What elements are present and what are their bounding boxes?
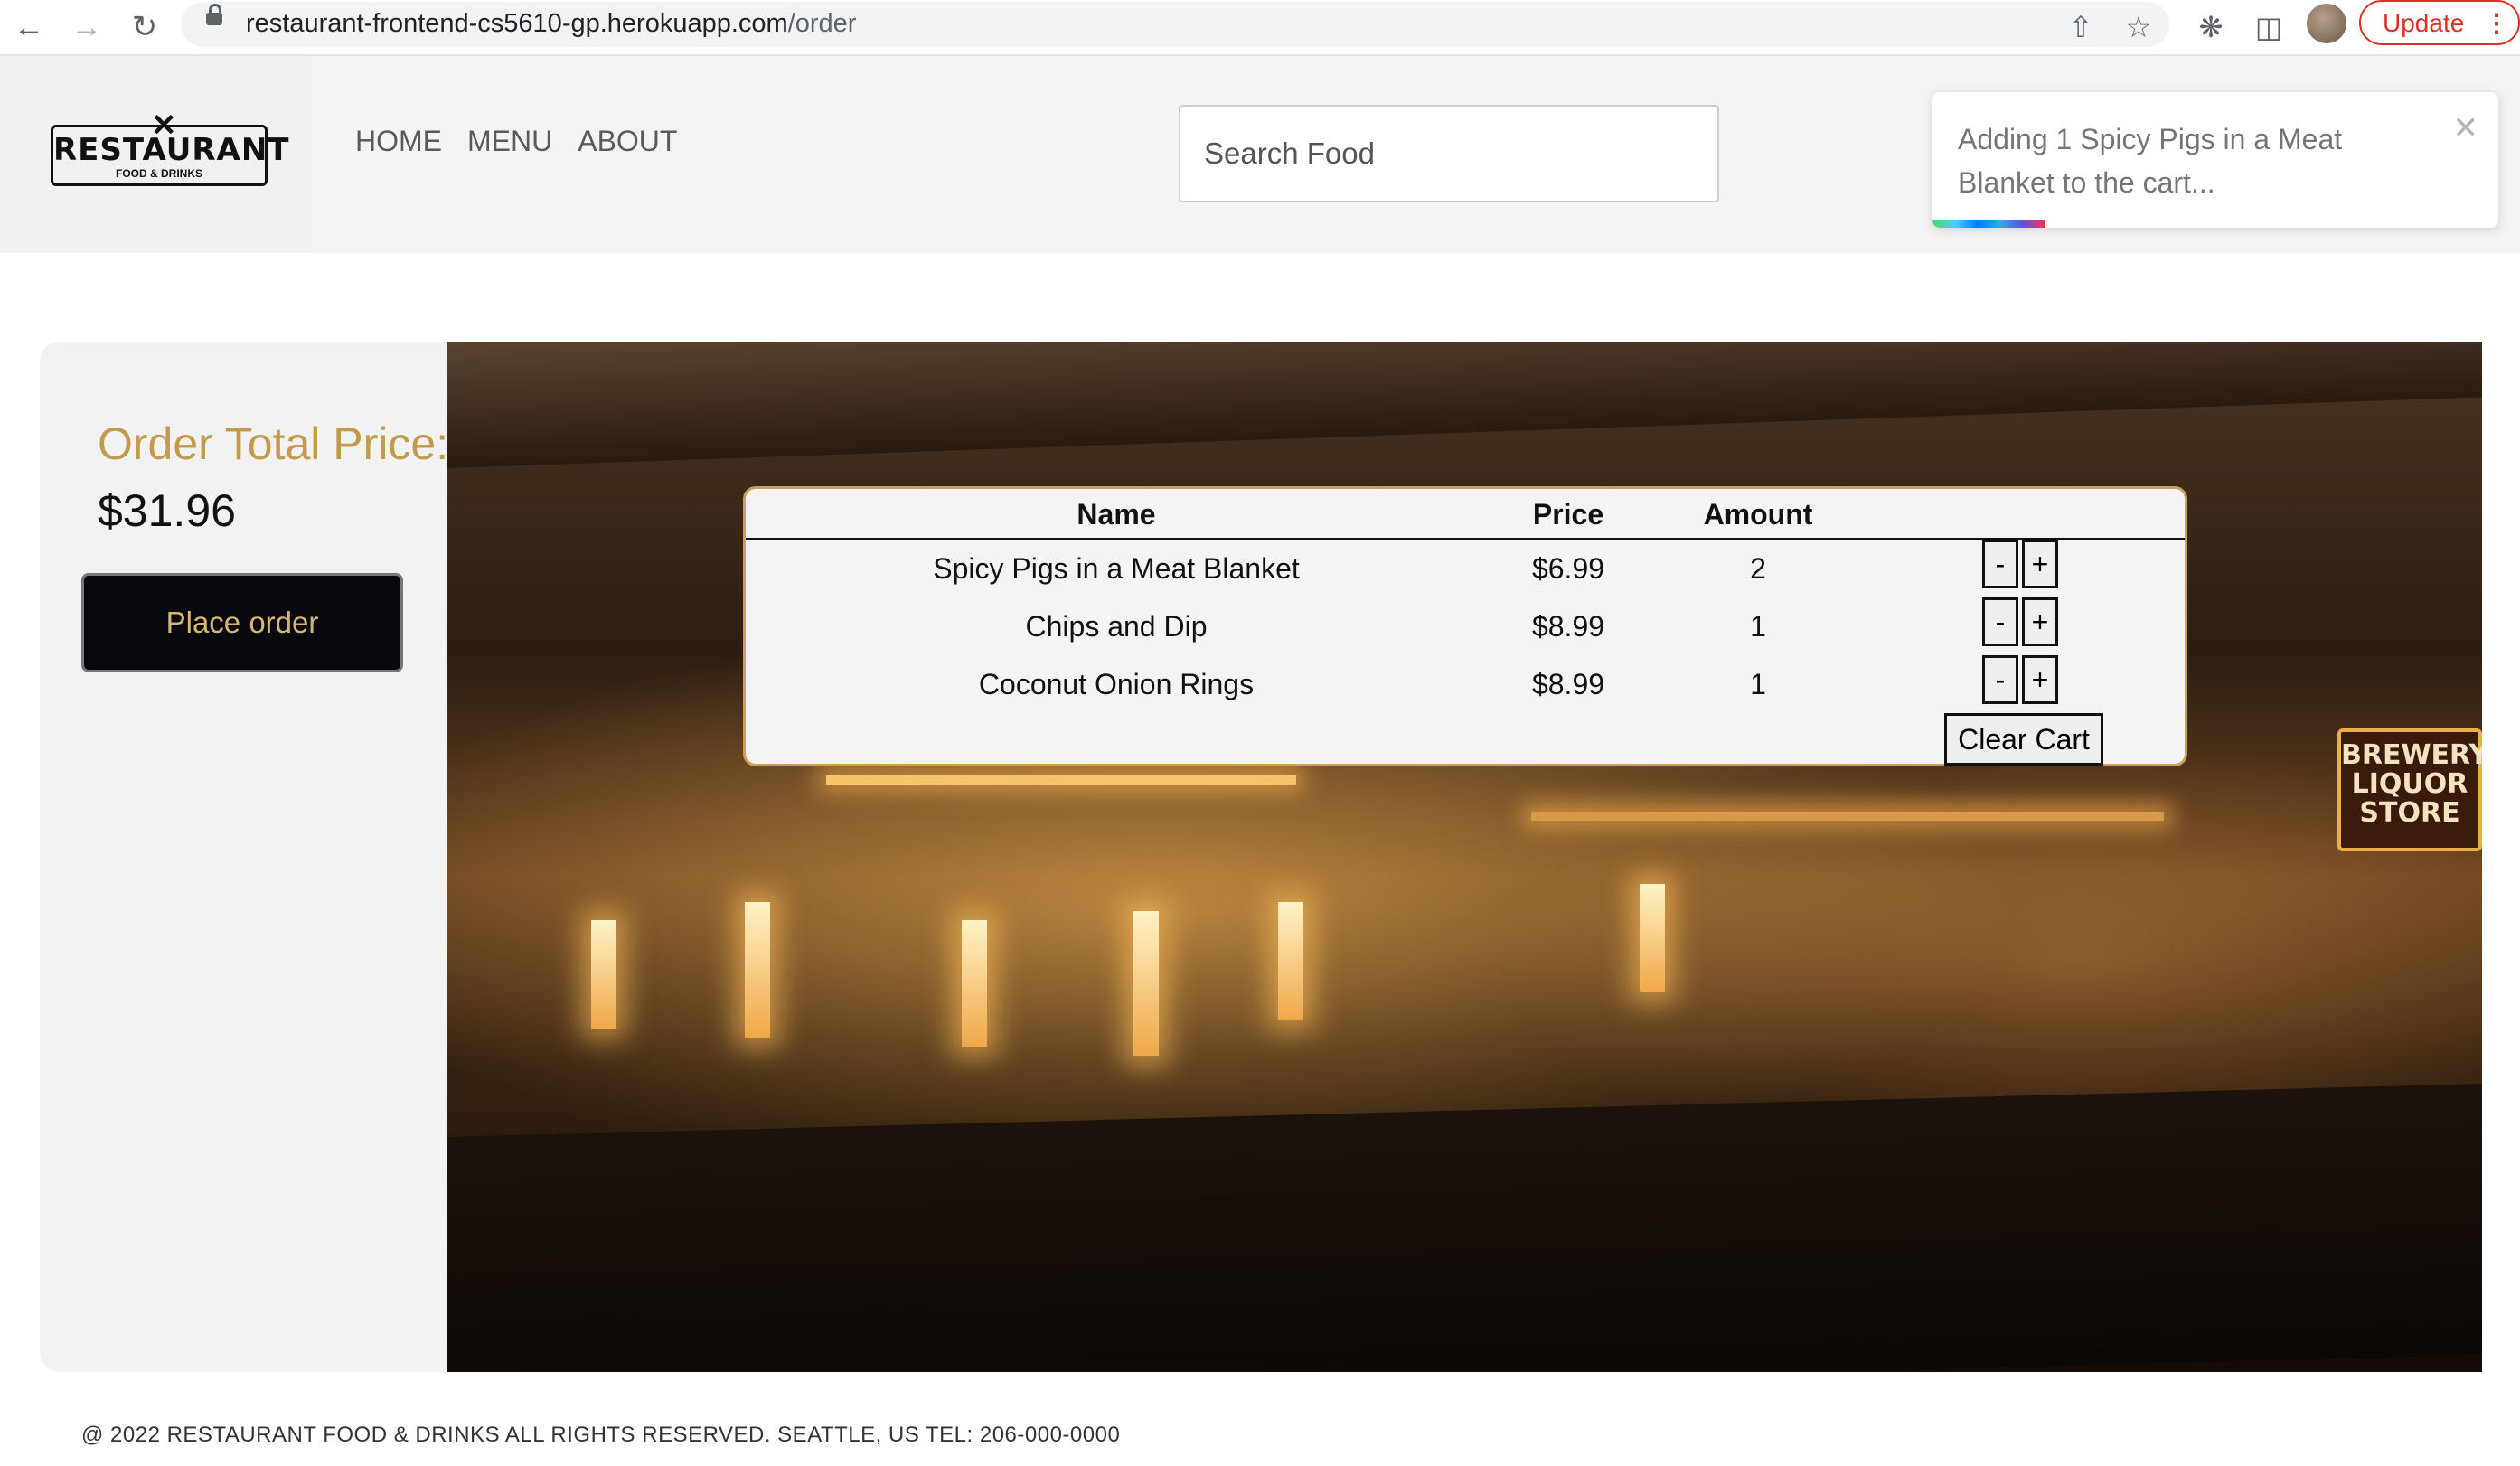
order-summary-panel: Order Total Price: $31.96 Place order bbox=[40, 342, 456, 1372]
browser-toolbar: ← → ↻ restaurant-frontend-cs5610-gp.hero… bbox=[0, 0, 2520, 56]
increase-quantity-button[interactable]: + bbox=[2022, 655, 2058, 704]
cart-item-name: Coconut Onion Rings bbox=[978, 668, 1255, 700]
main-nav: HOME MENU ABOUT bbox=[355, 125, 702, 158]
extensions-icon[interactable]: ❋ bbox=[2189, 5, 2233, 49]
clear-cart-button[interactable]: Clear Cart bbox=[1944, 713, 2103, 766]
cart-toast: Adding 1 Spicy Pigs in a Meat Blanket to… bbox=[1932, 92, 2498, 228]
column-header-price: Price bbox=[1532, 498, 1604, 531]
order-total-value: $31.96 bbox=[98, 485, 236, 536]
column-header-amount: Amount bbox=[1703, 498, 1813, 531]
cart-item-price: $6.99 bbox=[1531, 552, 1605, 585]
utensils-icon: ✕ bbox=[151, 108, 177, 143]
url-text: restaurant-frontend-cs5610-gp.herokuapp.… bbox=[246, 9, 857, 38]
photo-pillar-light bbox=[1278, 902, 1303, 1020]
lock-icon bbox=[206, 4, 222, 25]
forward-icon[interactable]: → bbox=[65, 5, 108, 49]
share-icon[interactable]: ⇧ bbox=[2059, 5, 2102, 49]
cart-item-amount: 1 bbox=[1750, 610, 1766, 643]
order-total-label: Order Total Price: bbox=[98, 418, 449, 469]
photo-pillar-light bbox=[1133, 911, 1159, 1056]
search-input[interactable] bbox=[1179, 105, 1719, 202]
toast-progress-bar bbox=[1932, 220, 2046, 228]
star-icon[interactable]: ☆ bbox=[2117, 5, 2160, 49]
cart-table-header: Name Price Amount bbox=[746, 489, 2185, 540]
close-icon[interactable]: ✕ bbox=[2453, 110, 2479, 146]
cart-item-price: $8.99 bbox=[1531, 668, 1605, 700]
photo-counter bbox=[447, 1084, 2482, 1372]
cart-item-name: Spicy Pigs in a Meat Blanket bbox=[933, 552, 1300, 585]
update-button[interactable]: Update ⋮ bbox=[2359, 0, 2520, 45]
nav-menu[interactable]: MENU bbox=[467, 125, 552, 157]
nav-home[interactable]: HOME bbox=[355, 125, 442, 157]
toast-message: Adding 1 Spicy Pigs in a Meat Blanket to… bbox=[1958, 123, 2343, 199]
cart-item-amount: 2 bbox=[1750, 552, 1766, 585]
brewery-sign: BREWERY LIQUOR STORE bbox=[2337, 728, 2482, 851]
increase-quantity-button[interactable]: + bbox=[2022, 540, 2058, 588]
cart-item-name: Chips and Dip bbox=[1025, 610, 1208, 643]
logo-area: ✕ RESTAURANT FOOD & DRINKS bbox=[0, 56, 312, 253]
column-header-name: Name bbox=[1077, 498, 1156, 531]
more-icon[interactable]: ⋮ bbox=[2462, 2, 2509, 45]
logo-tagline: FOOD & DRINKS bbox=[116, 167, 202, 180]
photo-shelf-light bbox=[1531, 812, 2164, 821]
decrease-quantity-button[interactable]: - bbox=[1982, 597, 2018, 646]
restaurant-logo[interactable]: ✕ RESTAURANT FOOD & DRINKS bbox=[51, 108, 288, 186]
cart-item-price: $8.99 bbox=[1531, 610, 1605, 643]
increase-quantity-button[interactable]: + bbox=[2022, 597, 2058, 646]
photo-pillar-light bbox=[1640, 884, 1665, 992]
decrease-quantity-button[interactable]: - bbox=[1982, 540, 2018, 588]
cart-item-amount: 1 bbox=[1750, 668, 1766, 700]
cart-table: Name Price Amount Spicy Pigs in a Meat B… bbox=[743, 486, 2187, 766]
site-footer: @ 2022 RESTAURANT FOOD & DRINKS ALL RIGH… bbox=[81, 1423, 1121, 1447]
reload-icon[interactable]: ↻ bbox=[123, 5, 166, 49]
decrease-quantity-button[interactable]: - bbox=[1982, 655, 2018, 704]
back-icon[interactable]: ← bbox=[7, 5, 51, 49]
photo-shelf-light bbox=[826, 775, 1296, 785]
photo-ceiling bbox=[447, 342, 2482, 468]
address-bar[interactable]: restaurant-frontend-cs5610-gp.herokuapp.… bbox=[181, 2, 2169, 47]
photo-pillar-light bbox=[591, 920, 616, 1029]
place-order-button[interactable]: Place order bbox=[81, 573, 403, 672]
profile-avatar[interactable] bbox=[2307, 4, 2346, 43]
sidepanel-icon[interactable]: ◫ bbox=[2247, 5, 2290, 49]
nav-about[interactable]: ABOUT bbox=[578, 125, 677, 157]
photo-pillar-light bbox=[745, 902, 770, 1038]
photo-pillar-light bbox=[962, 920, 987, 1047]
